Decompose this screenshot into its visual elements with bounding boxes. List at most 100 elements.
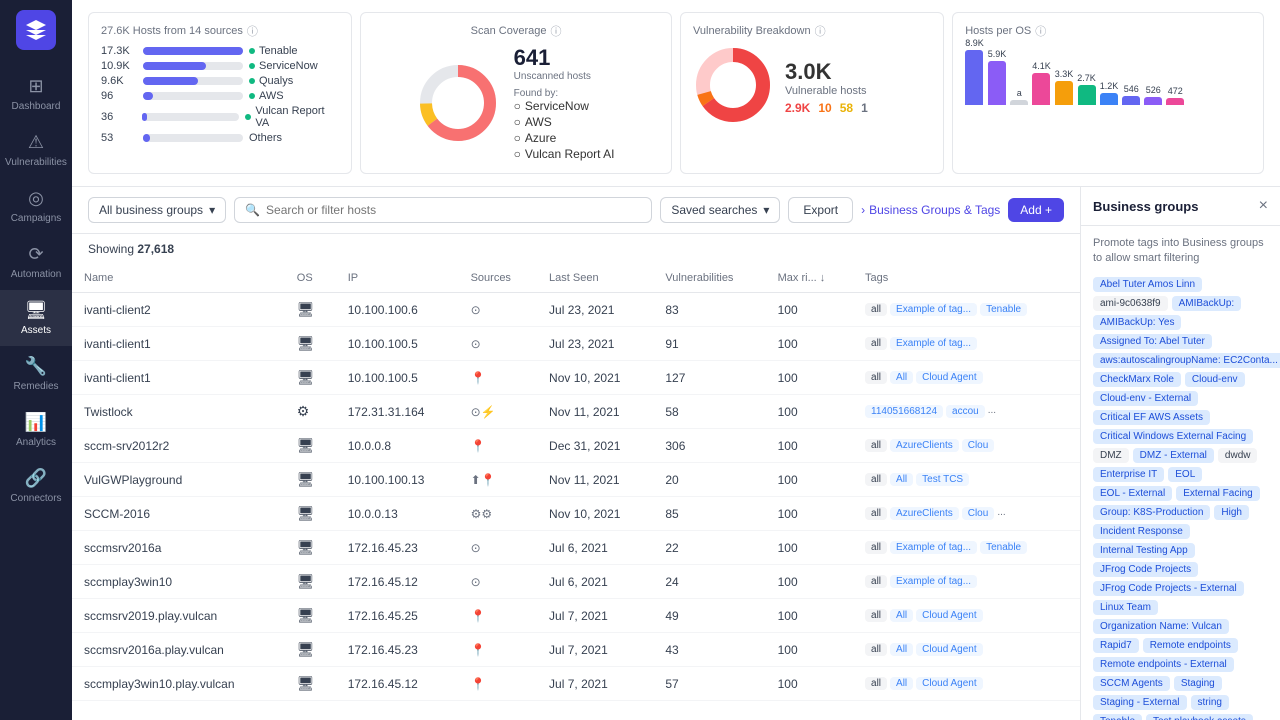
biz-groups-tags-button[interactable]: › Business Groups & Tags: [861, 203, 1000, 217]
tag[interactable]: all: [865, 677, 887, 690]
biz-group-tag[interactable]: Abel Tuter Amos Linn: [1093, 277, 1202, 292]
add-button[interactable]: Add +: [1008, 198, 1064, 222]
sidebar-item-automation[interactable]: ⟳ Automation: [0, 234, 72, 290]
sidebar-item-connectors[interactable]: 🔗 Connectors: [0, 458, 72, 514]
biz-group-tag[interactable]: High: [1214, 505, 1249, 520]
tag[interactable]: Cloud Agent: [916, 643, 983, 656]
search-box[interactable]: 🔍: [234, 197, 652, 223]
tag[interactable]: all: [865, 507, 887, 520]
tag[interactable]: all: [865, 303, 887, 316]
table-row[interactable]: sccmplay3win10.play.vulcan 🖥 172.16.45.1…: [72, 667, 1080, 701]
tag[interactable]: Clou: [962, 439, 995, 452]
tag[interactable]: Cloud Agent: [916, 677, 983, 690]
table-row[interactable]: sccmsrv2016a.play.vulcan 🖥 172.16.45.23 …: [72, 633, 1080, 667]
sidebar-item-vulnerabilities[interactable]: ⚠ Vulnerabilities: [0, 122, 72, 178]
biz-group-tag[interactable]: JFrog Code Projects: [1093, 562, 1198, 577]
right-panel-close-button[interactable]: ×: [1259, 197, 1268, 215]
table-row[interactable]: sccm-srv2012r2 🖥 10.0.0.8 📍 Dec 31, 2021…: [72, 429, 1080, 463]
tag[interactable]: Clou: [962, 507, 995, 520]
tag[interactable]: All: [890, 371, 913, 384]
biz-group-tag[interactable]: Test playbook assets: [1146, 714, 1253, 720]
biz-group-tag[interactable]: Enterprise IT: [1093, 467, 1164, 482]
tag[interactable]: all: [865, 439, 887, 452]
biz-group-tag[interactable]: string: [1191, 695, 1229, 710]
tag[interactable]: All: [890, 643, 913, 656]
search-input[interactable]: [266, 203, 641, 217]
table-row[interactable]: Twistlock ⚙ 172.31.31.164 ⊙⚡ Nov 11, 202…: [72, 395, 1080, 429]
tag[interactable]: all: [865, 337, 887, 350]
business-groups-select[interactable]: All business groups ▾: [88, 197, 226, 223]
table-row[interactable]: ivanti-client1 🖥 10.100.100.5 ⊙ Jul 23, …: [72, 327, 1080, 361]
biz-group-tag[interactable]: Remote endpoints: [1143, 638, 1238, 653]
tag[interactable]: all: [865, 575, 887, 588]
tag[interactable]: 114051668124: [865, 405, 943, 418]
biz-group-tag[interactable]: CheckMarx Role: [1093, 372, 1181, 387]
tag[interactable]: Tenable: [980, 541, 1027, 554]
biz-group-tag[interactable]: EOL - External: [1093, 486, 1172, 501]
sidebar-item-analytics[interactable]: 📊 Analytics: [0, 402, 72, 458]
tag[interactable]: all: [865, 371, 887, 384]
biz-group-tag[interactable]: Cloud-env: [1185, 372, 1245, 387]
biz-group-tag[interactable]: Remote endpoints - External: [1093, 657, 1234, 672]
tag[interactable]: all: [865, 541, 887, 554]
biz-group-tag[interactable]: Assigned To: Abel Tuter: [1093, 334, 1212, 349]
scan-info-icon[interactable]: ⓘ: [551, 23, 562, 39]
table-row[interactable]: sccmsrv2016a 🖥 172.16.45.23 ⊙ Jul 6, 202…: [72, 531, 1080, 565]
table-row[interactable]: sccmsrv2019.play.vulcan 🖥 172.16.45.25 📍…: [72, 599, 1080, 633]
table-row[interactable]: sccmplay3win10 🖥 172.16.45.12 ⊙ Jul 6, 2…: [72, 565, 1080, 599]
sidebar-item-assets[interactable]: 🖥 Assets: [0, 290, 72, 346]
biz-group-tag[interactable]: DMZ - External: [1133, 448, 1214, 463]
biz-group-tag[interactable]: Rapid7: [1093, 638, 1139, 653]
sidebar-item-remedies[interactable]: 🔧 Remedies: [0, 346, 72, 402]
biz-group-tag[interactable]: Cloud-env - External: [1093, 391, 1198, 406]
biz-group-tag[interactable]: Internal Testing App: [1093, 543, 1195, 558]
sidebar-item-campaigns[interactable]: ◎ Campaigns: [0, 178, 72, 234]
biz-group-tag[interactable]: SCCM Agents: [1093, 676, 1170, 691]
biz-group-tag[interactable]: ami-9c0638f9: [1093, 296, 1168, 311]
vuln-info-icon[interactable]: ⓘ: [815, 23, 826, 39]
tag[interactable]: accou: [946, 405, 985, 418]
biz-group-tag[interactable]: Incident Response: [1093, 524, 1190, 539]
tag[interactable]: Cloud Agent: [916, 371, 983, 384]
biz-group-tag[interactable]: Organization Name: Vulcan: [1093, 619, 1229, 634]
tag[interactable]: all: [865, 473, 887, 486]
os-info-icon[interactable]: ⓘ: [1035, 23, 1046, 39]
biz-group-tag[interactable]: Group: K8S-Production: [1093, 505, 1210, 520]
table-row[interactable]: VulGWPlayground 🖥 10.100.100.13 ⬆📍 Nov 1…: [72, 463, 1080, 497]
sources-info-icon[interactable]: ⓘ: [247, 23, 258, 39]
tag[interactable]: Example of tag...: [890, 337, 977, 350]
tag[interactable]: Cloud Agent: [916, 609, 983, 622]
biz-group-tag[interactable]: aws:autoscalingroupName: EC2Conta...: [1093, 353, 1280, 368]
tag[interactable]: all: [865, 609, 887, 622]
biz-group-tag[interactable]: dwdw: [1218, 448, 1258, 463]
tag[interactable]: Example of tag...: [890, 303, 977, 316]
tag[interactable]: all: [865, 643, 887, 656]
tag[interactable]: All: [890, 473, 913, 486]
tag[interactable]: Test TCS: [916, 473, 969, 486]
biz-group-tag[interactable]: Tenable: [1093, 714, 1142, 720]
table-row[interactable]: ivanti-client1 🖥 10.100.100.5 📍 Nov 10, …: [72, 361, 1080, 395]
tag[interactable]: AzureClients: [890, 439, 959, 452]
biz-group-tag[interactable]: Critical Windows External Facing: [1093, 429, 1253, 444]
tag[interactable]: All: [890, 609, 913, 622]
biz-group-tag[interactable]: DMZ: [1093, 448, 1129, 463]
biz-group-tag[interactable]: Critical EF AWS Assets: [1093, 410, 1210, 425]
biz-group-tag[interactable]: JFrog Code Projects - External: [1093, 581, 1244, 596]
biz-group-tag[interactable]: EOL: [1168, 467, 1202, 482]
tag[interactable]: Example of tag...: [890, 575, 977, 588]
biz-group-tag[interactable]: Staging - External: [1093, 695, 1187, 710]
tag[interactable]: Example of tag...: [890, 541, 977, 554]
biz-group-tag[interactable]: External Facing: [1176, 486, 1259, 501]
sidebar-item-dashboard[interactable]: ⊞ Dashboard: [0, 66, 72, 122]
biz-group-tag[interactable]: Staging: [1174, 676, 1222, 691]
tag[interactable]: All: [890, 677, 913, 690]
biz-group-tag[interactable]: AMIBackUp: Yes: [1093, 315, 1181, 330]
export-button[interactable]: Export: [788, 197, 853, 223]
tag[interactable]: Tenable: [980, 303, 1027, 316]
tag[interactable]: AzureClients: [890, 507, 959, 520]
saved-searches-dropdown[interactable]: Saved searches ▾: [660, 197, 780, 223]
table-row[interactable]: SCCM-2016 🖥 10.0.0.13 ⚙⚙ Nov 10, 2021 85…: [72, 497, 1080, 531]
biz-group-tag[interactable]: AMIBackUp:: [1172, 296, 1242, 311]
biz-group-tag[interactable]: Linux Team: [1093, 600, 1158, 615]
table-row[interactable]: ivanti-client2 🖥 10.100.100.6 ⊙ Jul 23, …: [72, 293, 1080, 327]
